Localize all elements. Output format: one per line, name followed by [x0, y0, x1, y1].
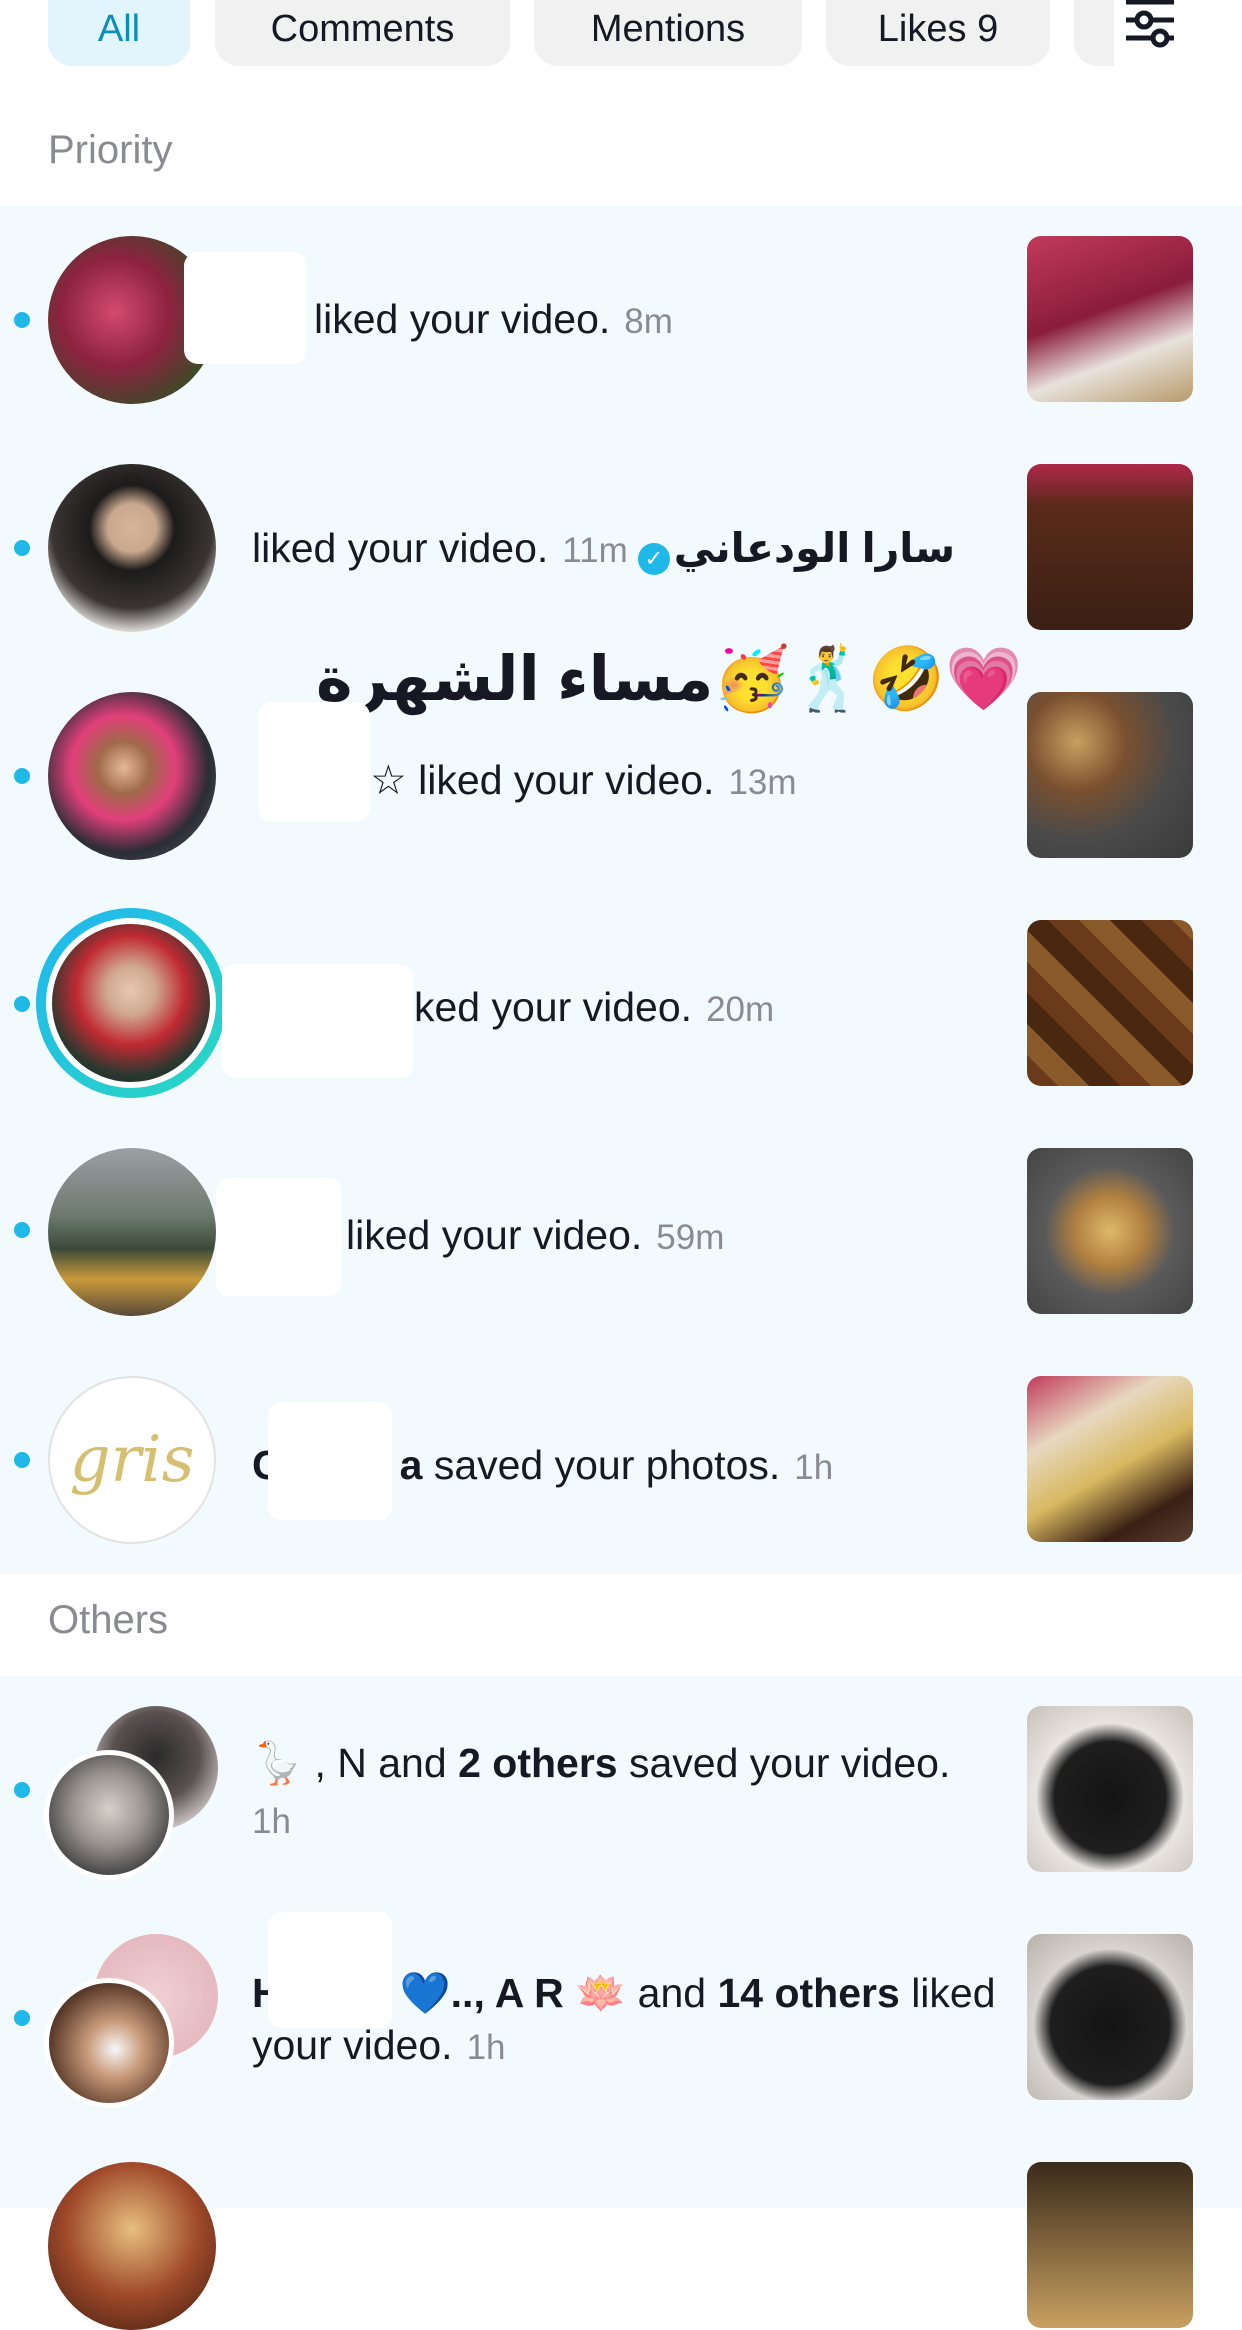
tab-likes[interactable]: Likes 9: [826, 0, 1050, 66]
notification-text: liked your video. 11m ✓ سارا الودعاني: [252, 524, 956, 575]
unread-dot: [14, 768, 30, 784]
avatar[interactable]: [46, 918, 216, 1088]
avatar[interactable]: [48, 2162, 216, 2330]
section-priority: Priority: [48, 128, 173, 172]
tab-all[interactable]: All: [48, 0, 190, 66]
notification-time: 20m: [706, 990, 775, 1029]
notification-text: ked your video. 20m: [414, 984, 775, 1030]
notification-time: 13m: [728, 763, 797, 802]
brand-logo: gris: [69, 1423, 195, 1497]
tab-mentions[interactable]: Mentions: [534, 0, 802, 66]
avatar[interactable]: [48, 1148, 216, 1316]
avatar[interactable]: [44, 1978, 174, 2108]
notification-text: liked your video. 8m: [314, 296, 673, 342]
avatar[interactable]: gris: [48, 1376, 216, 1544]
video-thumbnail[interactable]: [1027, 692, 1193, 858]
tab-more[interactable]: [1074, 0, 1114, 66]
notification-time: 1h: [252, 1802, 291, 1841]
video-thumbnail[interactable]: [1027, 464, 1193, 630]
unread-dot: [14, 540, 30, 556]
filter-settings-icon[interactable]: [1120, 0, 1180, 50]
unread-dot: [14, 1782, 30, 1798]
section-others: Others: [48, 1598, 169, 1642]
name-redacted: [216, 1178, 342, 1296]
notification-text: liked your video. 59m: [346, 1212, 725, 1258]
avatar[interactable]: [44, 1750, 174, 1880]
notification-time: 59m: [656, 1218, 725, 1257]
name-redacted: [222, 964, 414, 1078]
name-redacted: [268, 1402, 392, 1520]
avatar[interactable]: [48, 464, 216, 632]
name-redacted: [258, 702, 370, 822]
notification-text-continued: your video. 1h: [252, 2022, 506, 2068]
priority-background: [0, 206, 1242, 1574]
video-thumbnail[interactable]: [1027, 1934, 1193, 2100]
notification-time: 1h: [466, 2028, 506, 2067]
video-thumbnail[interactable]: [1027, 1376, 1193, 1542]
unread-dot: [14, 2010, 30, 2026]
video-caption: مساء الشهرة🥳🕺🤣💗: [316, 645, 1023, 714]
unread-dot: [14, 996, 30, 1012]
notification-text: ☆ liked your video. 13m: [370, 757, 797, 803]
video-thumbnail[interactable]: [1027, 1706, 1193, 1872]
video-thumbnail[interactable]: [1027, 920, 1193, 1086]
notification-text: 🪿 , N and 2 others saved your video.: [252, 1740, 951, 1786]
name-redacted: [268, 1912, 392, 2028]
video-thumbnail[interactable]: [1027, 2162, 1193, 2328]
unread-dot: [14, 312, 30, 328]
notification-time: 8m: [624, 302, 673, 341]
avatar[interactable]: [48, 692, 216, 860]
video-thumbnail[interactable]: [1027, 236, 1193, 402]
unread-dot: [14, 1222, 30, 1238]
user-name: سارا الودعاني: [673, 525, 956, 571]
notification-time: 1h: [794, 1448, 834, 1487]
unread-dot: [14, 1452, 30, 1468]
name-redacted: [184, 252, 306, 364]
tab-comments[interactable]: Comments: [215, 0, 510, 66]
video-thumbnail[interactable]: [1027, 1148, 1193, 1314]
notification-time: 11m: [562, 531, 628, 570]
verified-badge-icon: ✓: [637, 543, 670, 575]
